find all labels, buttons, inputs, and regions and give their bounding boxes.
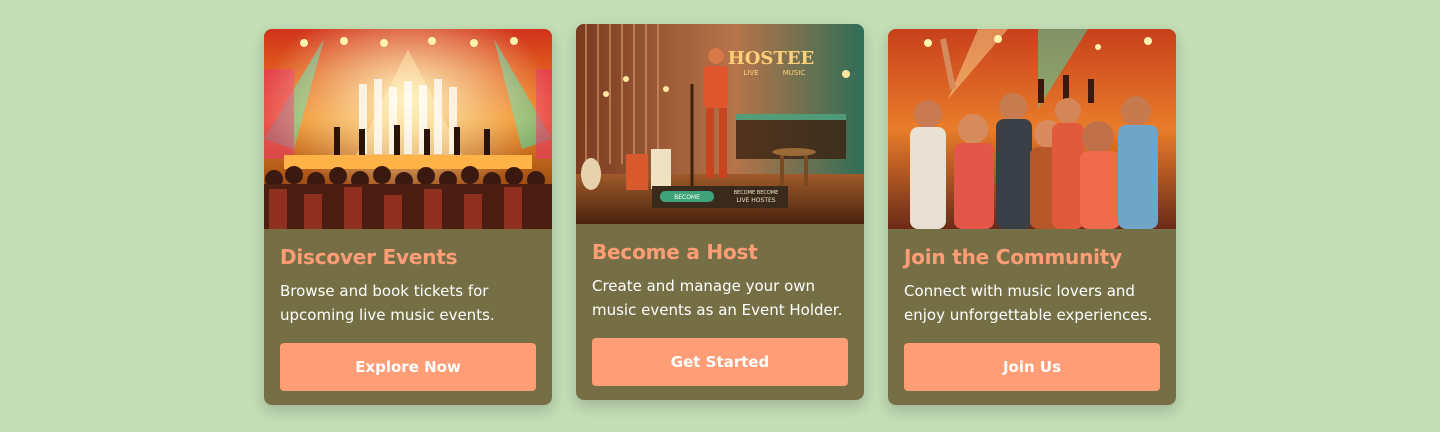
card-become-host: HOSTEE LIVE MUSIC BECOME BECOME BECOME L… xyxy=(576,24,864,400)
plaque-line1-text: BECOME BECOME xyxy=(734,190,779,196)
card-body: Discover Events Browse and book tickets … xyxy=(264,229,552,405)
become-pill-text: BECOME xyxy=(674,194,700,201)
card-title: Join the Community xyxy=(904,245,1122,269)
host-on-stage-image: HOSTEE LIVE MUSIC BECOME BECOME BECOME L… xyxy=(576,24,864,224)
cheering-crowd-image xyxy=(888,29,1176,229)
card-title: Discover Events xyxy=(280,245,458,269)
join-us-button[interactable]: Join Us xyxy=(904,343,1160,391)
card-join-community: Join the Community Connect with music lo… xyxy=(888,29,1176,405)
explore-now-button[interactable]: Explore Now xyxy=(280,343,536,391)
card-description: Browse and book tickets for upcoming liv… xyxy=(280,282,495,324)
feature-cards: Discover Events Browse and book tickets … xyxy=(264,0,1176,405)
card-description: Connect with music lovers and enjoy unfo… xyxy=(904,282,1153,324)
get-started-button[interactable]: Get Started xyxy=(592,338,848,386)
hostee-sign-text: HOSTEE xyxy=(728,48,815,69)
plaque-line2-text: LIVE HOSTES xyxy=(736,197,775,204)
sign-live-text: LIVE xyxy=(743,69,758,77)
card-title: Become a Host xyxy=(592,240,758,264)
card-body: Become a Host Create and manage your own… xyxy=(576,224,864,400)
card-description: Create and manage your own music events … xyxy=(592,277,843,319)
sign-music-text: MUSIC xyxy=(783,69,806,77)
concert-stage-crowd-image xyxy=(264,29,552,229)
card-discover-events: Discover Events Browse and book tickets … xyxy=(264,29,552,405)
card-body: Join the Community Connect with music lo… xyxy=(888,229,1176,405)
